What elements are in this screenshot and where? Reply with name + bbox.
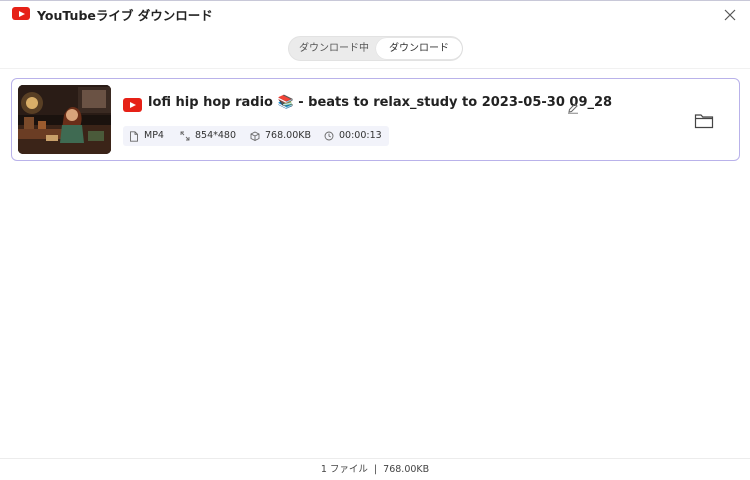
window-title: YouTubeライブ ダウンロード xyxy=(37,8,213,23)
open-folder-button[interactable] xyxy=(694,113,714,129)
header-divider xyxy=(0,68,750,69)
box-icon xyxy=(250,131,260,141)
video-thumbnail[interactable] xyxy=(18,85,111,154)
download-item-card[interactable]: lofi hip hop radio 📚 - beats to relax_st… xyxy=(11,78,740,161)
resolution-value: 854*480 xyxy=(195,130,237,141)
folder-icon xyxy=(694,114,714,129)
file-count: 1 ファイル xyxy=(320,464,368,475)
title-bar: YouTubeライブ ダウンロード xyxy=(0,1,750,29)
footer-separator: | xyxy=(373,464,378,475)
video-title: lofi hip hop radio 📚 - beats to relax_st… xyxy=(148,95,613,110)
tab-downloading[interactable]: ダウンロード中 xyxy=(292,38,376,59)
file-icon xyxy=(130,131,138,142)
youtube-icon xyxy=(123,98,142,112)
app-window: YouTubeライブ ダウンロード ダウンロード中 ダウンロード lofi hi… xyxy=(0,0,750,480)
youtube-logo-icon xyxy=(12,7,30,20)
thumbnail-image xyxy=(18,85,111,154)
status-footer: 1 ファイル | 768.00KB xyxy=(0,459,750,480)
size-value: 768.00KB xyxy=(265,130,311,141)
edit-title-button[interactable] xyxy=(567,99,579,114)
format-value: MP4 xyxy=(144,130,164,141)
video-meta-bar: MP4 854*480 768.00KB 00:00:13 xyxy=(123,126,389,146)
duration-value: 00:00:13 xyxy=(339,130,382,141)
tab-downloaded[interactable]: ダウンロード xyxy=(376,38,462,59)
close-button[interactable] xyxy=(722,7,738,23)
clock-icon xyxy=(324,131,334,141)
edit-icon xyxy=(568,103,578,114)
resize-icon xyxy=(180,131,190,141)
tab-switcher: ダウンロード中 ダウンロード xyxy=(288,36,463,61)
total-size: 768.00KB xyxy=(383,464,430,475)
close-icon xyxy=(724,9,736,21)
